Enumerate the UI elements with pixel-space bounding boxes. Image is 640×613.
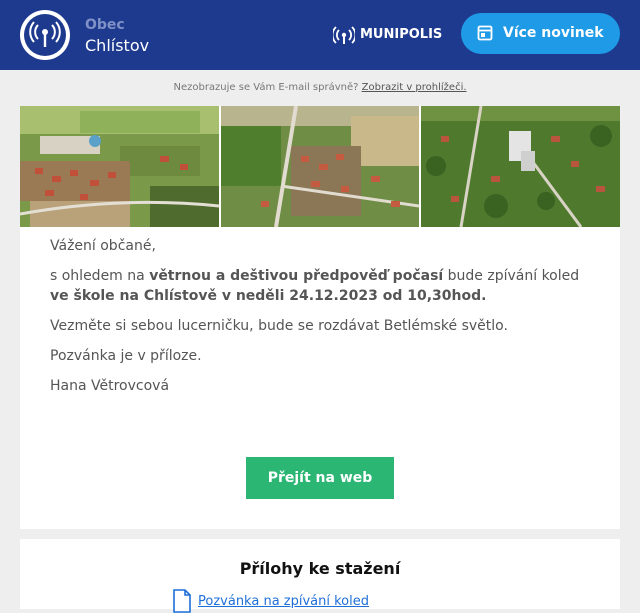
email-header: Obec Chlístov MUNIPOLIS Více novinek [0,0,640,70]
org-name: Chlístov [85,36,150,55]
village-photo-2 [221,106,419,227]
signature: Hana Větrovcová [50,378,170,394]
more-news-button[interactable]: Více novinek [461,13,620,54]
greeting: Vážení občané, [50,238,156,254]
village-photo-3 [421,106,620,227]
news-icon [477,25,493,41]
preheader-text: Nezobrazuje se Vám E-mail správně? [173,82,359,93]
attachments-title: Přílohy ke stažení [239,559,401,578]
file-icon [173,589,191,613]
paragraph-weather-bold1: větrnou a deštivou předpověď počasí [149,268,444,284]
paragraph-weather: s ohledem na větrnou a deštivou předpově… [50,266,595,306]
munipolis-icon [333,26,355,44]
go-to-web-button[interactable]: Přejít na web [246,457,394,499]
view-in-browser-link[interactable]: Zobrazit v prohlížeči. [362,82,467,93]
attachments-card: Přílohy ke stažení Pozvánka na zpívání k… [20,539,620,613]
broadcast-logo-icon [20,10,70,60]
paragraph-lantern: Vezměte si sebou lucerničku, bude se roz… [50,318,508,334]
paragraph-weather-part1: s ohledem na [50,268,150,284]
org-label: Obec [85,17,125,33]
more-news-label: Více novinek [503,25,604,41]
attachment-link[interactable]: Pozvánka na zpívání koled [198,594,369,609]
munipolis-label: MUNIPOLIS [360,27,443,42]
preheader: Nezobrazuje se Vám E-mail správně? Zobra… [0,82,640,93]
village-photo-1 [20,106,219,227]
paragraph-weather-bold2: ve škole na Chlístově v neděli 24.12.202… [50,288,487,304]
paragraph-weather-part2: bude zpívání koled [443,268,580,284]
paragraph-attachment: Pozvánka je v příloze. [50,348,202,364]
message-card: Vážení občané, s ohledem na větrnou a de… [20,106,620,529]
